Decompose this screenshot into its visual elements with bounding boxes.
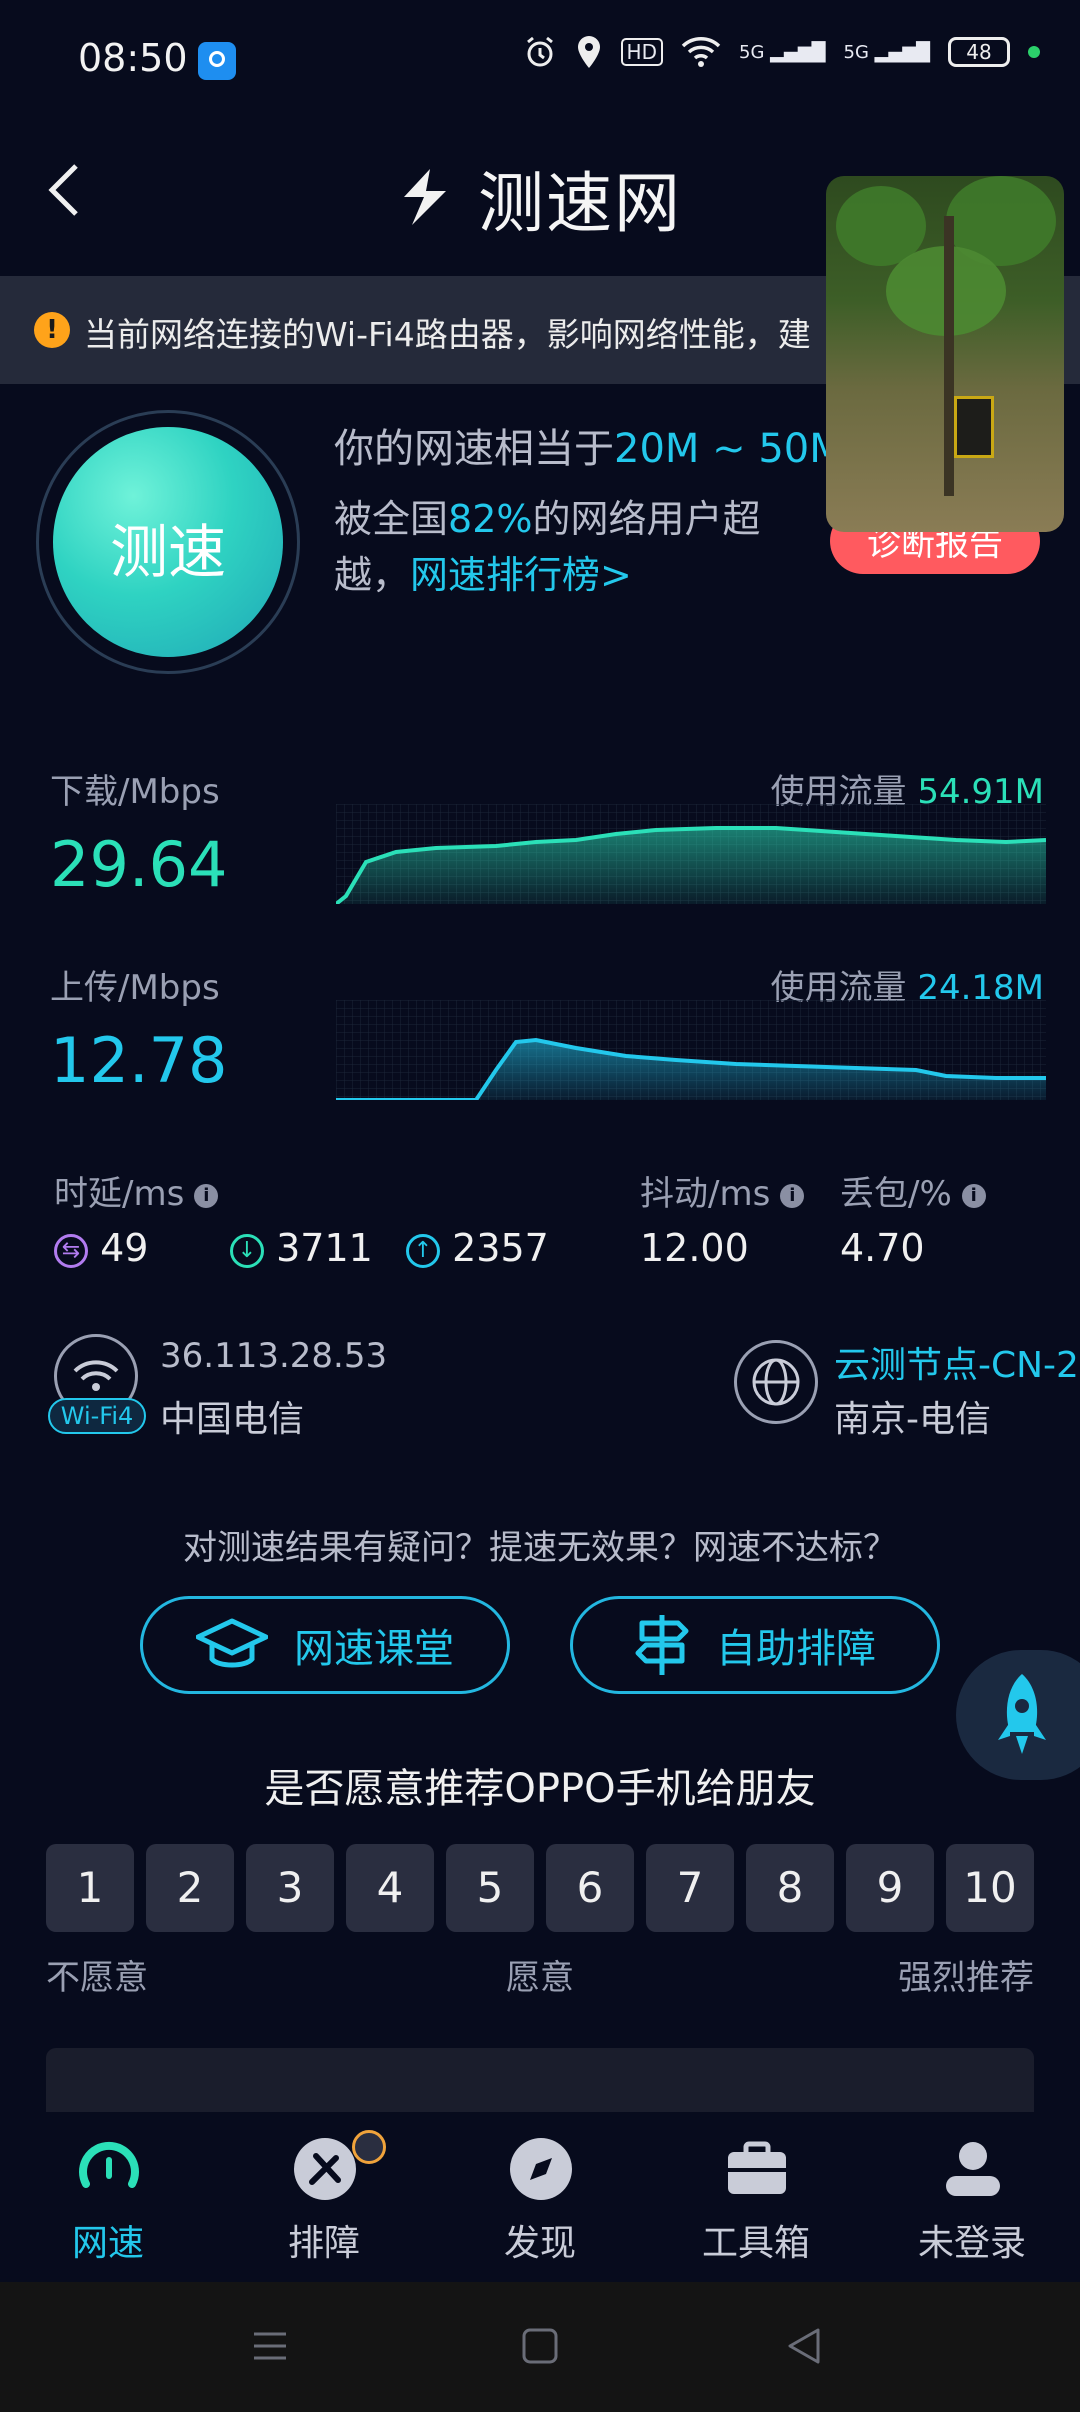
ip-address: 36.113.28.53 [160,1336,388,1376]
server-node-link[interactable]: 云测节点-CN-2› [834,1336,1080,1388]
signpost-icon [635,1615,689,1675]
speed-class-button[interactable]: 网速课堂 [140,1596,510,1694]
rating-option[interactable]: 9 [846,1844,934,1932]
nav-item-discover[interactable]: 发现 [432,2112,648,2280]
charging-dot [1028,46,1040,58]
jitter-value: 12.00 [640,1226,749,1270]
hd-icon: HD [620,38,663,66]
nav-item-profile[interactable]: 未登录 [864,2112,1080,2280]
latency-info-icon[interactable]: i [194,1183,219,1208]
ranking-link[interactable]: 网速排行榜> [410,553,632,597]
video-overlay[interactable] [826,176,1064,532]
rating-option[interactable]: 1 [46,1844,134,1932]
beat-percent-line: 被全国82%的网络用户超 [334,497,761,541]
loss-value: 4.70 [840,1226,925,1270]
back-arrow-icon[interactable] [44,160,84,220]
speed-test-ring: 测速 [36,410,300,674]
signal-2-icon: 5G ▂▄▆█ [843,41,931,63]
upload-chart [336,1000,1046,1100]
bottom-nav: 网速 排障 发现 工具箱 未登录 [0,2112,1080,2280]
rating-option[interactable]: 10 [946,1844,1034,1932]
rating-option[interactable]: 2 [146,1844,234,1932]
beat-line-2: 越，网速排行榜> [334,553,632,597]
rating-option[interactable]: 4 [346,1844,434,1932]
nav-item-troubleshoot[interactable]: 排障 [216,2112,432,2280]
upload-latency-icon: ↑ [406,1233,440,1268]
help-question: 对测速结果有疑问？提速无效果？网速不达标？ [183,1528,897,1568]
download-latency: ↓ 3711 [230,1226,373,1270]
nav-item-speed[interactable]: 网速 [0,2112,216,2280]
app-notification-icon [198,42,236,80]
compass-icon [510,2138,572,2200]
wifi-standard-badge: Wi-Fi4 [48,1398,146,1434]
home-icon[interactable] [520,2326,560,2366]
globe-icon [734,1340,818,1424]
loss-info-icon[interactable]: i [961,1183,986,1208]
user-icon [946,2142,1000,2196]
speed-test-button[interactable]: 测速 [53,427,283,657]
lock-icon [352,2130,386,2164]
loss-label: 丢包/% i [840,1166,986,1215]
idle-latency-icon: ⇆ [54,1233,88,1268]
battery-icon: 48 [948,37,1010,67]
toolbox-icon [728,2141,786,2194]
status-bar: 08:50 HD 5G ▂▄▆█ 5G ▂▄▆█ 48 [0,0,1080,120]
alarm-icon [526,36,553,67]
rating-option[interactable]: 6 [546,1844,634,1932]
rocket-icon [998,1674,1046,1754]
rating-scale: 1 2 3 4 5 6 7 8 9 10 [46,1844,1034,1932]
download-value: 29.64 [50,828,228,901]
latency-label: 时延/ms i [54,1166,219,1215]
rating-high-label: 强烈推荐 [898,1958,1034,1998]
warning-text: 当前网络连接的Wi-Fi4路由器，影响网络性能，建 [84,315,811,354]
rating-option[interactable]: 7 [646,1844,734,1932]
speedometer-icon [79,2141,139,2188]
tools-icon [294,2138,356,2200]
app-title: 测速网 [390,150,682,246]
rating-option[interactable]: 8 [746,1844,834,1932]
download-label: 下载/Mbps [50,772,220,812]
signal-1-icon: 5G ▂▄▆█ [739,41,826,63]
rating-option[interactable]: 3 [246,1844,334,1932]
self-troubleshoot-button[interactable]: 自助排障 [570,1596,940,1694]
upload-value: 12.78 [50,1024,228,1097]
jitter-info-icon[interactable]: i [780,1183,805,1208]
server-location: 南京-电信 [834,1399,991,1440]
page-title: 测速网 [478,165,682,242]
upload-latency: ↑ 2357 [406,1226,549,1270]
upload-label: 上传/Mbps [50,968,220,1008]
speed-test-label: 测速 [109,518,226,586]
clock: 08:50 [78,36,188,80]
idle-latency: ⇆ 49 [54,1226,148,1270]
nav-item-toolbox[interactable]: 工具箱 [648,2112,864,2280]
jitter-label: 抖动/ms i [640,1166,805,1215]
rating-option[interactable]: 5 [446,1844,534,1932]
wifi-status-icon [681,37,721,67]
speed-equivalent: 你的网速相当于20M ~ 50M [334,426,844,472]
content-card-edge [46,2048,1034,2118]
status-icons: HD 5G ▂▄▆█ 5G ▂▄▆█ 48 [523,34,1040,70]
download-chart [336,804,1046,904]
menu-icon[interactable] [250,2326,290,2366]
recommend-question: 是否愿意推荐OPPO手机给朋友 [264,1766,816,1812]
graduation-cap-icon [196,1618,268,1668]
back-nav-icon[interactable] [784,2326,824,2366]
isp-name: 中国电信 [160,1399,305,1440]
location-icon [577,36,600,68]
system-nav-bar [0,2282,1080,2412]
download-latency-icon: ↓ [230,1233,264,1268]
warning-icon: ! [34,312,70,348]
logo-icon [404,169,446,225]
